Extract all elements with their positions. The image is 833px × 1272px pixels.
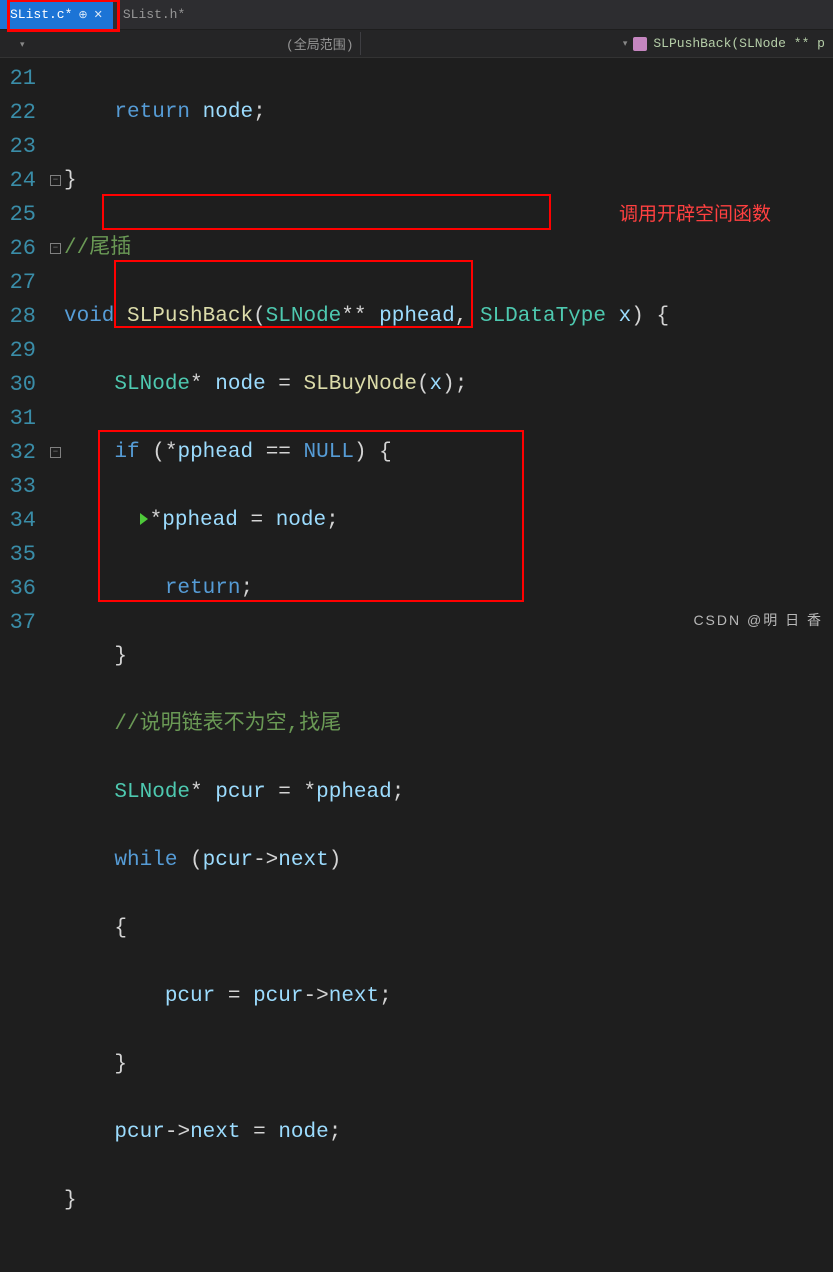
- code-line[interactable]: return node;: [64, 96, 833, 130]
- watermark: CSDN @明 日 香: [693, 610, 823, 630]
- line-number: 23: [0, 130, 36, 164]
- context-bar: ▾ (全局范围) ▾ SLPushBack(SLNode ** p: [0, 30, 833, 58]
- code-line[interactable]: }: [64, 164, 833, 198]
- line-number: 31: [0, 402, 36, 436]
- fold-marker-collapse[interactable]: −: [50, 447, 61, 458]
- code-line[interactable]: if (*pphead == NULL) {: [64, 436, 833, 470]
- code-editor[interactable]: 2122232425262728293031323334353637 − − −…: [0, 58, 833, 636]
- code-line[interactable]: }: [64, 1048, 833, 1082]
- line-number: 36: [0, 572, 36, 606]
- code-line[interactable]: pcur->next = node;: [64, 1116, 833, 1150]
- line-number: 32: [0, 436, 36, 470]
- line-number: 29: [0, 334, 36, 368]
- line-number: 37: [0, 606, 36, 640]
- line-number: 35: [0, 538, 36, 572]
- function-dropdown[interactable]: ▾ SLPushBack(SLNode ** p: [623, 36, 833, 51]
- close-icon[interactable]: ✕: [94, 8, 103, 22]
- line-number: 25: [0, 198, 36, 232]
- code-line[interactable]: //尾插: [64, 232, 833, 266]
- tab-bar: SList.c* ⊕ ✕ SList.h*: [0, 0, 833, 30]
- tab-label: SList.c*: [10, 7, 72, 22]
- line-number-gutter: 2122232425262728293031323334353637: [0, 58, 48, 636]
- line-number: 30: [0, 368, 36, 402]
- code-line[interactable]: return;: [64, 572, 833, 606]
- scope-dropdown[interactable]: (全局范围): [280, 32, 361, 55]
- line-number: 26: [0, 232, 36, 266]
- highlight-box-buynode: [102, 194, 551, 230]
- context-left-dropdown[interactable]: ▾: [0, 36, 280, 51]
- fold-marker-collapse[interactable]: −: [50, 243, 61, 254]
- function-label: SLPushBack(SLNode ** p: [653, 36, 825, 51]
- code-line[interactable]: pcur = pcur->next;: [64, 980, 833, 1014]
- fold-column: − − −: [48, 58, 64, 636]
- line-number: 21: [0, 62, 36, 96]
- code-line[interactable]: {: [64, 912, 833, 946]
- line-number: 28: [0, 300, 36, 334]
- tab-slist-h[interactable]: SList.h*: [113, 0, 195, 29]
- code-line[interactable]: SLNode* pcur = *pphead;: [64, 776, 833, 810]
- fold-marker-collapse[interactable]: −: [50, 175, 61, 186]
- tab-label: SList.h*: [123, 7, 185, 22]
- code-line[interactable]: }: [64, 1184, 833, 1218]
- cursor-marker-icon: [140, 513, 148, 525]
- code-line[interactable]: SLNode* node = SLBuyNode(x);: [64, 368, 833, 402]
- line-number: 22: [0, 96, 36, 130]
- code-area[interactable]: return node; } //尾插 void SLPushBack(SLNo…: [64, 58, 833, 636]
- function-icon: [633, 37, 647, 51]
- code-line[interactable]: void SLPushBack(SLNode** pphead, SLDataT…: [64, 300, 833, 334]
- annotation-label: 调用开辟空间函数: [619, 198, 771, 232]
- code-line[interactable]: while (pcur->next): [64, 844, 833, 878]
- pin-icon[interactable]: ⊕: [78, 8, 87, 22]
- line-number: 34: [0, 504, 36, 538]
- chevron-down-icon: ▾: [20, 40, 25, 50]
- line-number: 24: [0, 164, 36, 198]
- chevron-down-icon: ▾: [623, 39, 628, 49]
- code-line[interactable]: //说明链表不为空,找尾: [64, 708, 833, 742]
- line-number: 33: [0, 470, 36, 504]
- scope-label: (全局范围): [286, 34, 354, 53]
- line-number: 27: [0, 266, 36, 300]
- code-line[interactable]: *pphead = node;: [64, 504, 833, 538]
- tab-slist-c[interactable]: SList.c* ⊕ ✕: [0, 0, 113, 29]
- code-line[interactable]: }: [64, 640, 833, 674]
